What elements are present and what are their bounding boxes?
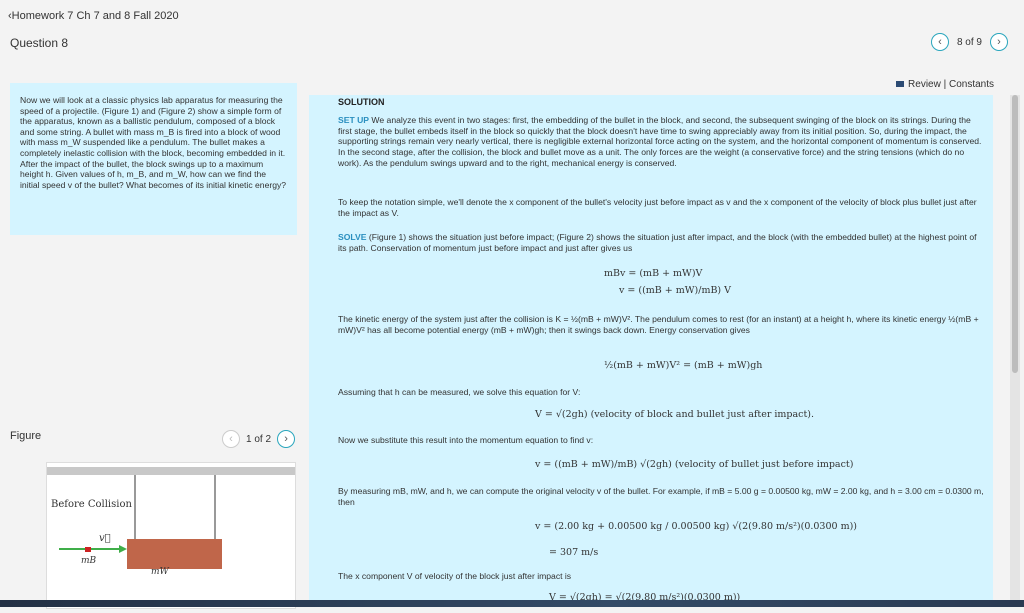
numeric-substitution-equation: v = (2.00 kg + 0.00500 kg / 0.00500 kg) … [535,521,858,532]
block-mass-label: mW [151,567,169,577]
chevron-left-icon: ‹ [938,36,942,48]
scrollbar-thumb[interactable] [1012,95,1018,373]
block-velocity-equation: V = √(2gh) (velocity of block and bullet… [535,409,815,420]
bullet [85,547,91,552]
figure-image: Before Collision v⃗ mB mW [46,462,296,609]
figure-pager-label: 1 of 2 [246,433,272,445]
wood-block [127,539,222,569]
assume-paragraph: Assuming that h can be measured, we solv… [338,387,581,397]
question-pager: ‹ 8 of 9 › [930,33,1008,51]
review-icon [896,81,905,88]
solution-panel: SOLUTION SET UP We analyze this event in… [309,95,993,607]
figure-heading: Figure [10,430,42,442]
next-figure-button[interactable]: › [277,430,296,448]
substitute-paragraph: Now we substitute this result into the m… [338,435,594,445]
ceiling-bar [47,467,295,475]
chevron-left-icon: ‹ [229,433,233,445]
solution-heading: SOLUTION [338,97,385,107]
numeric-result: = 307 m/s [549,547,599,558]
solve-text: (Figure 1) shows the situation just befo… [338,232,977,253]
next-question-button[interactable]: › [990,33,1008,51]
question-title: Question 8 [10,36,69,50]
chevron-right-icon: › [997,36,1001,48]
bullet-mass-label: mB [81,556,97,566]
prev-figure-button[interactable]: ‹ [222,430,240,448]
figure-caption: Before Collision [51,499,132,510]
bullet-velocity-equation: v = ((mB + mW)/mB) √(2gh) (velocity of b… [535,459,854,470]
solve-tag: SOLVE [338,232,367,242]
question-pager-label: 8 of 9 [956,36,982,48]
problem-text: Now we will look at a classic physics la… [20,95,287,190]
problem-panel: Now we will look at a classic physics la… [10,83,297,235]
breadcrumb-label: Homework 7 Ch 7 and 8 Fall 2020 [11,10,179,22]
velocity-ratio-equation: v = ((mB + mW)/mB) V [619,285,732,296]
figure-pager: ‹ 1 of 2 › [222,430,296,448]
velocity-arrowhead [119,545,127,553]
measure-paragraph: By measuring mB, mW, and h, we can compu… [338,486,984,507]
setup-text: We analyze this event in two stages: fir… [338,115,982,168]
x-component-paragraph: The x component V of velocity of the blo… [338,571,572,581]
review-constants-links[interactable]: Review | Constants [896,79,994,90]
setup-tag: SET UP [338,115,370,125]
review-constants-label: Review | Constants [908,79,994,90]
velocity-label: v⃗ [99,533,111,544]
momentum-equation: mBv = (mB + mW)V [604,268,703,279]
kinetic-paragraph: The kinetic energy of the system just af… [338,314,979,335]
solution-scrollbar[interactable] [1010,95,1020,605]
top-bar: ‹Homework 7 Ch 7 and 8 Fall 2020 Questio… [0,0,1024,62]
breadcrumb-back-link[interactable]: ‹Homework 7 Ch 7 and 8 Fall 2020 [8,10,179,22]
chevron-right-icon: › [284,433,288,445]
ballistic-pendulum-diagram [47,467,295,569]
prev-question-button[interactable]: ‹ [930,33,949,51]
solve-paragraph: SOLVE (Figure 1) shows the situation jus… [338,232,985,253]
energy-equation: ½(mB + mW)V² = (mB + mW)gh [604,360,763,371]
notation-paragraph: To keep the notation simple, we'll denot… [338,197,977,218]
setup-paragraph: SET UP We analyze this event in two stag… [338,115,985,169]
bottom-bar [0,600,1024,607]
